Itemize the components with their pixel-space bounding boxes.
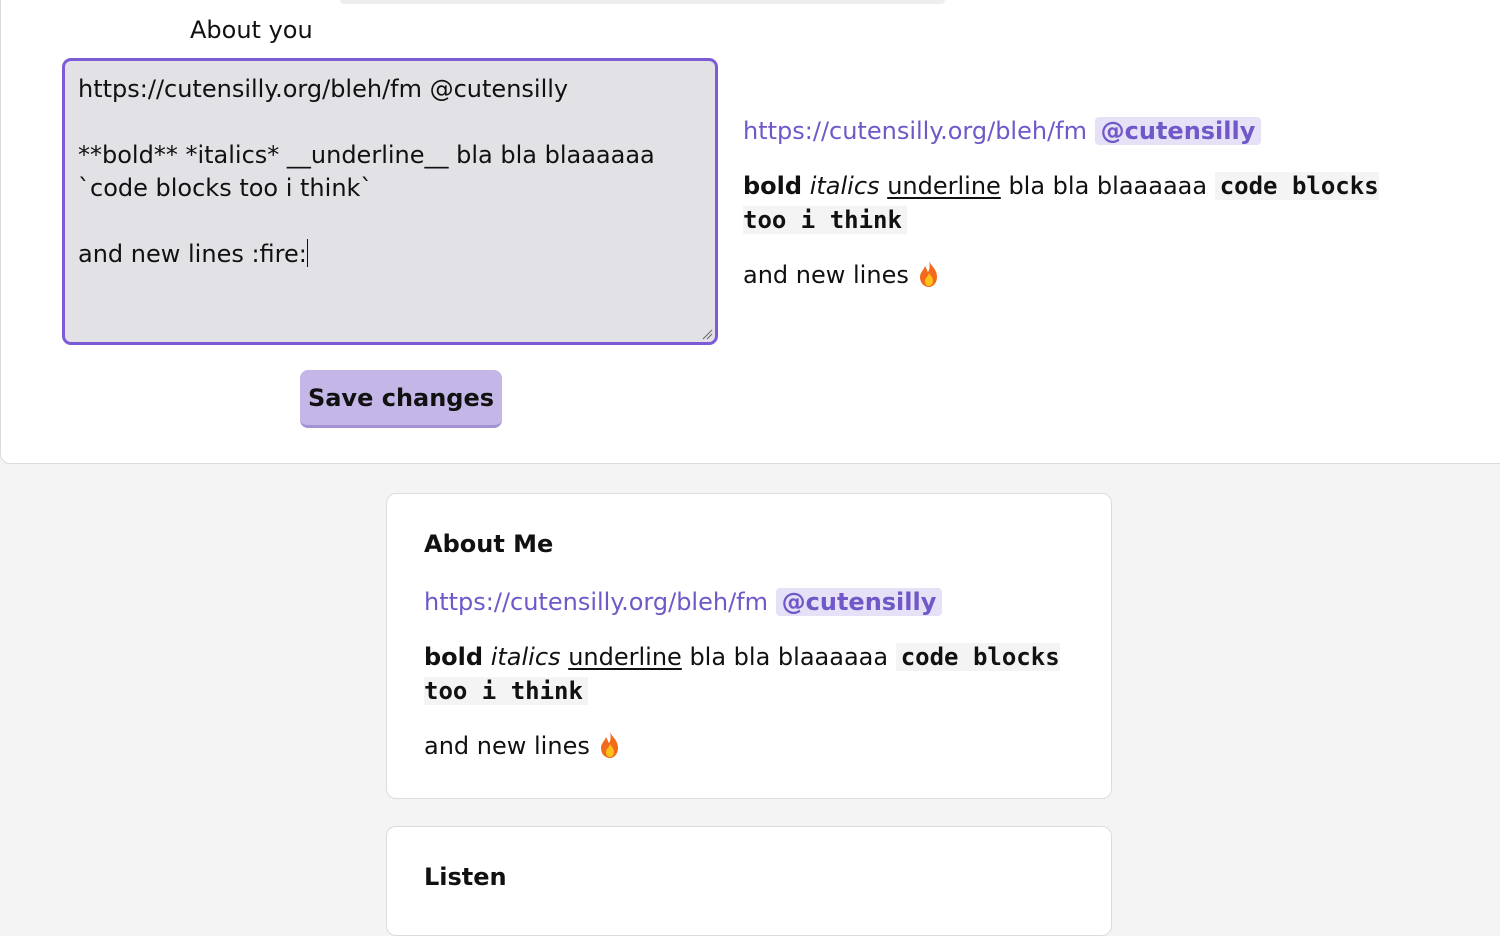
- top-divider: [340, 0, 945, 4]
- textarea-content: https://cutensilly.org/bleh/fm @cutensil…: [78, 75, 655, 268]
- fire-icon: [920, 261, 938, 287]
- about-line-1: https://cutensilly.org/bleh/fm @cutensil…: [424, 585, 1064, 619]
- preview-italic: italics: [809, 172, 880, 200]
- preview-bold: bold: [743, 172, 803, 200]
- about-link[interactable]: https://cutensilly.org/bleh/fm: [424, 588, 768, 616]
- listen-card: Listen: [386, 826, 1112, 936]
- about-me-card: About Me https://cutensilly.org/bleh/fm …: [386, 493, 1112, 799]
- about-underline: underline: [568, 643, 682, 671]
- about-me-title: About Me: [424, 530, 554, 558]
- about-line-3: and new lines: [424, 729, 1064, 763]
- preview-line-3: and new lines: [743, 258, 1383, 292]
- about-bold: bold: [424, 643, 484, 671]
- preview-underline: underline: [887, 172, 1001, 200]
- listen-title: Listen: [424, 863, 507, 891]
- about-mention[interactable]: @cutensilly: [775, 588, 943, 616]
- preview-link[interactable]: https://cutensilly.org/bleh/fm: [743, 117, 1087, 145]
- about-last-line: and new lines: [424, 732, 590, 760]
- about-you-label: About you: [190, 16, 313, 44]
- preview-line-1: https://cutensilly.org/bleh/fm @cutensil…: [743, 114, 1383, 148]
- markdown-preview: https://cutensilly.org/bleh/fm @cutensil…: [743, 114, 1383, 292]
- about-you-textarea[interactable]: https://cutensilly.org/bleh/fm @cutensil…: [62, 58, 718, 345]
- about-italic: italics: [490, 643, 561, 671]
- resize-handle-icon[interactable]: [701, 328, 713, 340]
- save-changes-button[interactable]: Save changes: [300, 370, 502, 428]
- about-plain: bla bla blaaaaaa: [689, 643, 889, 671]
- fire-icon: [601, 732, 619, 758]
- about-me-body: https://cutensilly.org/bleh/fm @cutensil…: [424, 585, 1064, 763]
- about-line-2: bold italics underline bla bla blaaaaaa …: [424, 640, 1064, 708]
- preview-plain: bla bla blaaaaaa: [1008, 172, 1208, 200]
- preview-last-line: and new lines: [743, 261, 909, 289]
- preview-mention[interactable]: @cutensilly: [1094, 117, 1262, 145]
- text-caret: [306, 239, 308, 267]
- preview-line-2: bold italics underline bla bla blaaaaaa …: [743, 169, 1383, 237]
